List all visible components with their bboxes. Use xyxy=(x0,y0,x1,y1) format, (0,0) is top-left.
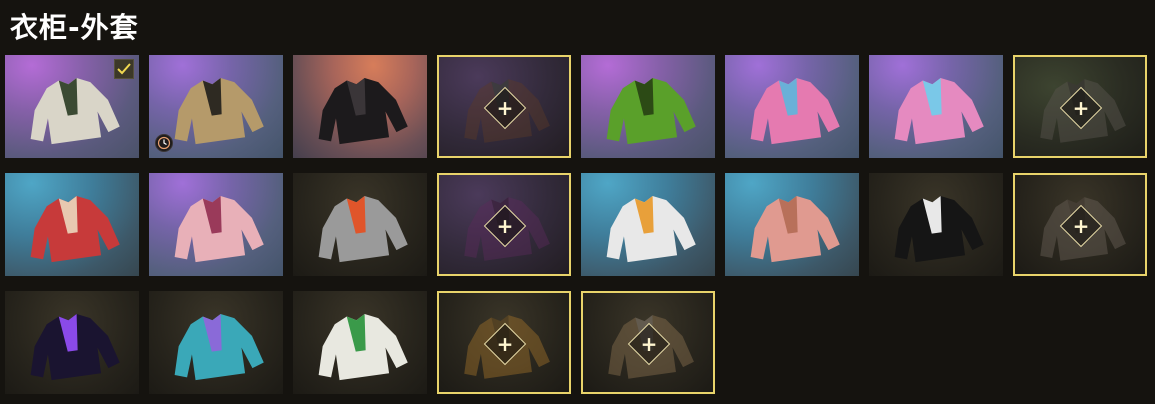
purple-glow-jacket-image xyxy=(30,314,120,381)
bunny-ear-hoodie-image xyxy=(174,314,264,381)
pink-crop-sweater-image xyxy=(750,78,840,145)
wardrobe-tile-red-floral-shirt[interactable] xyxy=(5,173,139,276)
plus-symbol: + xyxy=(496,213,514,238)
white-tank-top-image xyxy=(606,196,696,263)
wardrobe-tile-brown-jacket[interactable]: + xyxy=(437,55,571,158)
plus-symbol: + xyxy=(1072,95,1090,120)
wardrobe-tile-purple-jacket[interactable]: + xyxy=(437,173,571,276)
white-green-hoodie-image xyxy=(318,314,408,381)
equipped-check-icon xyxy=(114,59,134,79)
wardrobe-tile-black-hoodie[interactable] xyxy=(869,173,1003,276)
wardrobe-tile-bunny-ear-hoodie[interactable] xyxy=(149,291,283,394)
wardrobe-tile-black-bodysuit[interactable] xyxy=(293,55,427,158)
wardrobe-tile-tan-grey-jacket[interactable]: + xyxy=(581,291,715,394)
wardrobe-tile-puffer-vest[interactable] xyxy=(869,55,1003,158)
timed-clock-icon xyxy=(155,134,173,152)
pink-ruffle-dress-image xyxy=(750,196,840,263)
wardrobe-tile-grey-bomber[interactable]: + xyxy=(1013,55,1147,158)
page-title: 衣柜-外套 xyxy=(10,11,139,44)
black-bodysuit-image xyxy=(318,78,408,145)
wardrobe-tile-tan-vest[interactable]: + xyxy=(437,291,571,394)
wardrobe-tile-grey-orange-jacket[interactable] xyxy=(293,173,427,276)
black-hoodie-image xyxy=(894,196,984,263)
plus-symbol: + xyxy=(1072,213,1090,238)
plus-symbol: + xyxy=(496,331,514,356)
green-camo-jacket-image xyxy=(606,78,696,145)
wardrobe-tile-plaid-coat[interactable] xyxy=(149,55,283,158)
wardrobe-tile-green-camo-jacket[interactable] xyxy=(581,55,715,158)
wardrobe-tile-purple-glow-jacket[interactable] xyxy=(5,291,139,394)
pink-jacket-image xyxy=(174,196,264,263)
wardrobe-tile-pink-jacket[interactable] xyxy=(149,173,283,276)
grey-orange-jacket-image xyxy=(318,196,408,263)
wardrobe-tile-white-tank-top[interactable] xyxy=(581,173,715,276)
wardrobe-tile-mech-jacket[interactable] xyxy=(5,55,139,158)
plus-symbol: + xyxy=(496,95,514,120)
wardrobe-tile-pink-crop-sweater[interactable] xyxy=(725,55,859,158)
plus-symbol: + xyxy=(640,331,658,356)
wardrobe-tile-camo-jacket[interactable]: + xyxy=(1013,173,1147,276)
red-floral-shirt-image xyxy=(30,196,120,263)
wardrobe-tile-pink-ruffle-dress[interactable] xyxy=(725,173,859,276)
puffer-vest-image xyxy=(894,78,984,145)
wardrobe-tile-white-green-hoodie[interactable] xyxy=(293,291,427,394)
